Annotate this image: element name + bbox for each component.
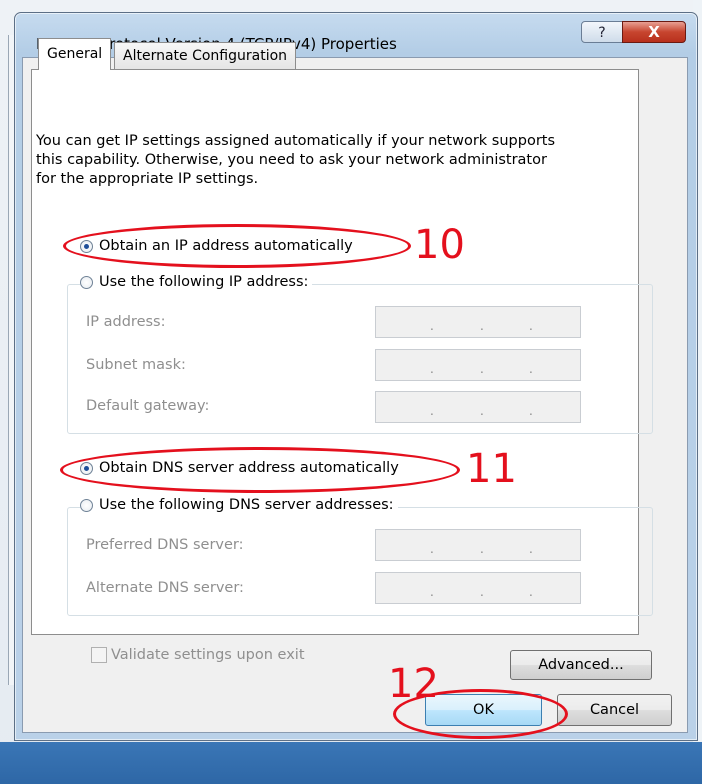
- use-following-dns-label: Use the following DNS server addresses:: [99, 497, 394, 513]
- obtain-dns-automatically-radio[interactable]: Obtain DNS server address automatically: [80, 460, 403, 476]
- default-gateway-label: Default gateway:: [86, 398, 210, 414]
- ok-button[interactable]: OK: [425, 694, 542, 726]
- radio-selected-icon: [80, 461, 93, 475]
- checkbox-icon: [91, 647, 107, 663]
- preferred-dns-label: Preferred DNS server:: [86, 537, 244, 553]
- tab-alternate-configuration[interactable]: Alternate Configuration: [114, 42, 297, 70]
- validate-settings-checkbox[interactable]: Validate settings upon exit: [91, 647, 305, 663]
- tab-general[interactable]: General: [38, 38, 112, 70]
- help-button[interactable]: ?: [581, 21, 623, 43]
- preferred-dns-input[interactable]: ...: [375, 529, 581, 561]
- subnet-mask-label: Subnet mask:: [86, 357, 186, 373]
- taskbar: [0, 742, 702, 784]
- subnet-mask-input[interactable]: ...: [375, 349, 581, 381]
- annotation-number-12: 12: [388, 661, 439, 707]
- alternate-dns-label: Alternate DNS server:: [86, 580, 244, 596]
- description-text: You can get IP settings assigned automat…: [36, 133, 556, 187]
- use-following-ip-label: Use the following IP address:: [99, 274, 309, 290]
- ip-address-input[interactable]: ...: [375, 306, 581, 338]
- obtain-ip-automatically-radio[interactable]: Obtain an IP address automatically: [80, 238, 357, 254]
- obtain-dns-automatically-label: Obtain DNS server address automatically: [99, 460, 399, 476]
- close-button[interactable]: X: [622, 21, 686, 43]
- help-icon: ?: [598, 25, 606, 41]
- default-gateway-input[interactable]: ...: [375, 391, 581, 423]
- obtain-ip-automatically-label: Obtain an IP address automatically: [99, 238, 353, 254]
- cancel-button[interactable]: Cancel: [557, 694, 672, 726]
- advanced-button[interactable]: Advanced...: [510, 650, 652, 680]
- ip-address-label: IP address:: [86, 314, 166, 330]
- use-following-ip-radio[interactable]: Use the following IP address:: [80, 274, 313, 290]
- alternate-dns-input[interactable]: ...: [375, 572, 581, 604]
- validate-settings-label: Validate settings upon exit: [111, 647, 305, 663]
- annotation-number-10: 10: [414, 222, 465, 268]
- radio-unselected-icon: [80, 275, 93, 289]
- close-icon: X: [648, 23, 660, 41]
- use-following-dns-radio[interactable]: Use the following DNS server addresses:: [80, 497, 398, 513]
- radio-selected-icon: [80, 239, 93, 253]
- annotation-number-11: 11: [466, 446, 517, 492]
- radio-unselected-icon: [80, 498, 93, 512]
